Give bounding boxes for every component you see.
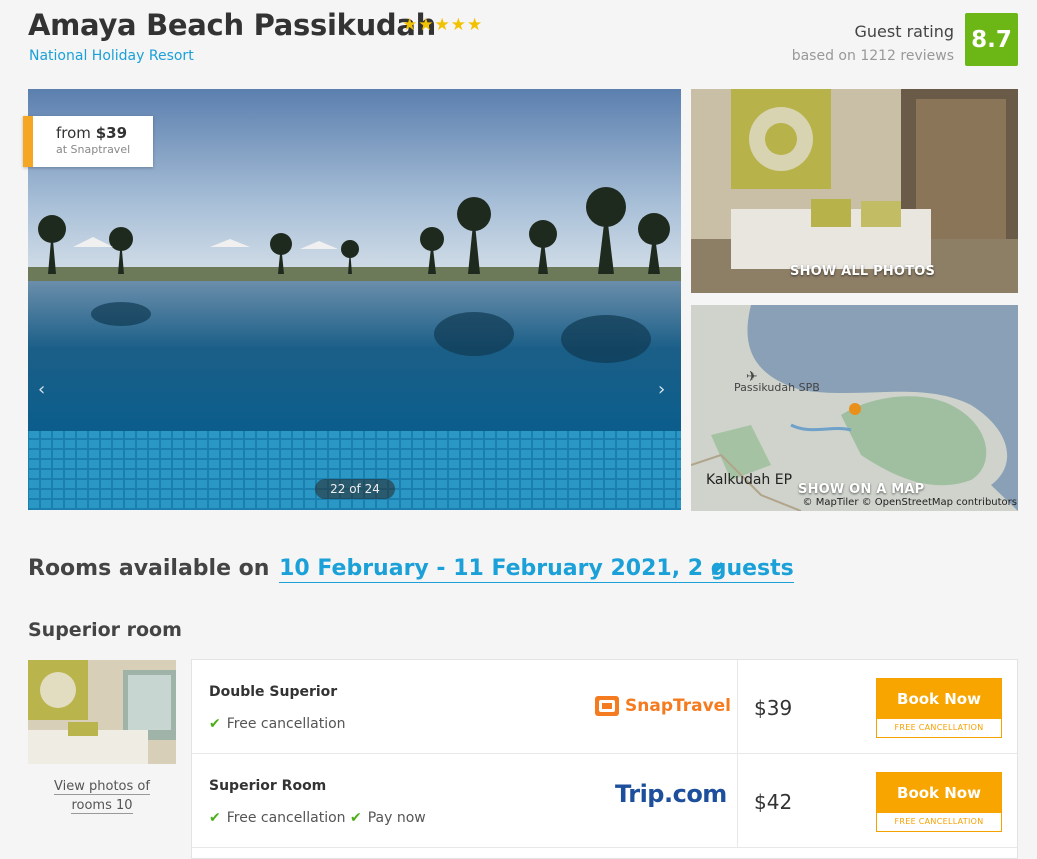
- book-now-button[interactable]: Book Now FREE CANCELLATION: [876, 678, 1002, 738]
- offer-feature: ✔ Free cancellation: [209, 716, 346, 732]
- room-type-title: Superior room: [28, 619, 182, 641]
- hotel-category-link[interactable]: National Holiday Resort: [29, 48, 194, 64]
- map-tile[interactable]: ✈ Passikudah SPB Kalkudah EP SHOW ON A M…: [691, 305, 1018, 511]
- room-thumbnail[interactable]: [28, 660, 176, 764]
- snaptravel-logo: SnapTravel: [594, 694, 731, 718]
- room-thumbnail-image: [28, 660, 176, 764]
- show-on-map-label[interactable]: SHOW ON A MAP: [798, 482, 924, 497]
- trip-com-logo: Trip.com: [615, 780, 727, 808]
- snaptravel-icon: [595, 696, 619, 716]
- price-source: at Snaptravel: [56, 143, 131, 156]
- free-cancellation-note: FREE CANCELLATION: [894, 817, 984, 826]
- offer-feature-label: Free cancellation: [226, 810, 346, 826]
- rating-score-badge: 8.7: [965, 13, 1018, 66]
- hotel-name: Amaya Beach Passikudah: [28, 8, 436, 42]
- divider: [737, 660, 738, 754]
- price-from-label: from: [56, 124, 91, 142]
- star-icon: ★: [402, 15, 418, 35]
- view-photos-line1[interactable]: View photos of: [54, 779, 150, 795]
- offer-feature-label: Pay now: [367, 810, 426, 826]
- offer-room-name: Superior Room: [209, 778, 327, 794]
- snaptravel-logo-text: SnapTravel: [625, 696, 732, 716]
- star-icon: ★: [467, 15, 483, 35]
- offer-feature-label: Free cancellation: [226, 716, 346, 732]
- map-label-town: Kalkudah EP: [706, 472, 793, 488]
- check-icon: ✔: [350, 810, 362, 826]
- check-icon: ✔: [209, 810, 221, 826]
- rooms-heading-prefix: Rooms available on: [28, 556, 270, 581]
- check-icon: ✔: [209, 716, 221, 732]
- star-icon: ★: [434, 15, 450, 35]
- star-icon: ★: [450, 15, 466, 35]
- book-now-label[interactable]: Book Now: [877, 679, 1001, 719]
- prev-photo-arrow-icon[interactable]: ‹: [38, 379, 45, 400]
- map-label-airport: Passikudah SPB: [734, 381, 820, 394]
- price-from-value: $39: [95, 124, 128, 142]
- star-rating: ★ ★ ★ ★ ★: [402, 17, 482, 34]
- offer-price: $42: [754, 790, 793, 814]
- offer-row: Double Superior ✔ Free cancellation Snap…: [192, 660, 1017, 754]
- offer-row: Superior Room ✔ Free cancellation ✔ Pay …: [192, 754, 1017, 848]
- offer-price: $39: [754, 696, 793, 720]
- show-all-photos-tile[interactable]: SHOW ALL PHOTOS: [691, 89, 1018, 293]
- price-badge: from $39 at Snaptravel: [23, 116, 153, 167]
- offer-feature: ✔ Free cancellation: [209, 810, 346, 826]
- map-credit: © MapTiler © OpenStreetMap contributors: [802, 497, 1017, 508]
- book-now-button[interactable]: Book Now FREE CANCELLATION: [876, 772, 1002, 832]
- book-now-label[interactable]: Book Now: [877, 773, 1001, 813]
- room-photo-image: [691, 89, 1018, 293]
- guest-rating-label: Guest rating: [854, 22, 954, 41]
- divider: [737, 754, 738, 848]
- rooms-available-heading: Rooms available on 10 February - 11 Febr…: [28, 556, 794, 583]
- star-icon: ★: [418, 15, 434, 35]
- view-room-photos-link[interactable]: View photos of rooms 10: [28, 777, 176, 815]
- next-photo-arrow-icon[interactable]: ›: [658, 379, 665, 400]
- review-count: based on 1212 reviews: [791, 48, 954, 64]
- photo-counter: 22 of 24: [315, 479, 395, 499]
- offer-room-name: Double Superior: [209, 684, 338, 700]
- offers-table: Double Superior ✔ Free cancellation Snap…: [191, 659, 1018, 859]
- free-cancellation-note: FREE CANCELLATION: [894, 723, 984, 732]
- offer-feature: ✔ Pay now: [350, 810, 426, 826]
- show-all-photos-label[interactable]: SHOW ALL PHOTOS: [790, 264, 935, 279]
- view-photos-line2[interactable]: rooms 10: [71, 798, 133, 814]
- pencil-edit-icon[interactable]: [709, 559, 727, 577]
